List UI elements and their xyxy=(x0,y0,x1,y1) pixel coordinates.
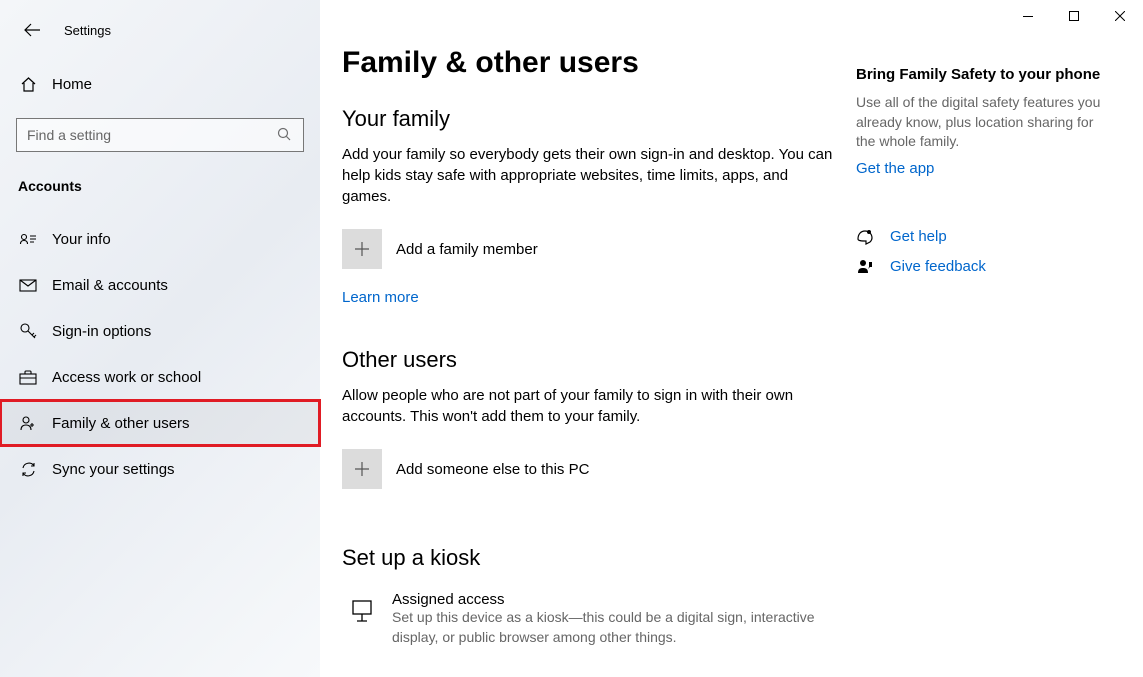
promo-desc: Use all of the digital safety features y… xyxy=(856,93,1115,152)
kiosk-title: Assigned access xyxy=(392,591,840,608)
add-other-label: Add someone else to this PC xyxy=(396,461,589,478)
feedback-label: Give feedback xyxy=(890,258,986,275)
kiosk-icon xyxy=(342,591,382,631)
nav-your-info[interactable]: Your info xyxy=(0,216,320,262)
right-panel: Bring Family Safety to your phone Use al… xyxy=(840,46,1143,677)
title-row: Settings xyxy=(0,8,320,64)
window-title: Settings xyxy=(64,23,111,38)
nav-label: Access work or school xyxy=(52,369,201,386)
get-app-link[interactable]: Get the app xyxy=(856,160,934,177)
home-nav[interactable]: Home xyxy=(0,64,320,104)
minimize-button[interactable] xyxy=(1005,0,1051,32)
nav-email-accounts[interactable]: Email & accounts xyxy=(0,262,320,308)
home-label: Home xyxy=(52,76,92,93)
close-button[interactable] xyxy=(1097,0,1143,32)
get-help-link[interactable]: Get help xyxy=(856,228,1115,246)
key-icon xyxy=(18,321,38,341)
nav-list: Your info Email & accounts Sign-in optio… xyxy=(0,216,320,492)
people-icon xyxy=(18,413,38,433)
add-other-user-button[interactable]: Add someone else to this PC xyxy=(342,449,840,489)
home-icon xyxy=(18,74,38,94)
nav-sync-settings[interactable]: Sync your settings xyxy=(0,446,320,492)
kiosk-desc: Set up this device as a kiosk—this could… xyxy=(392,608,840,647)
plus-icon xyxy=(342,229,382,269)
other-users-desc: Allow people who are not part of your fa… xyxy=(342,385,840,427)
main: Family & other users Your family Add you… xyxy=(320,0,1143,677)
nav-label: Email & accounts xyxy=(52,277,168,294)
sidebar: Settings Home Accounts Your info Email &… xyxy=(0,0,320,677)
content: Family & other users Your family Add you… xyxy=(320,46,840,677)
nav-family-users[interactable]: Family & other users xyxy=(0,400,320,446)
give-feedback-link[interactable]: Give feedback xyxy=(856,258,1115,276)
nav-label: Sign-in options xyxy=(52,323,151,340)
help-label: Get help xyxy=(890,228,947,245)
nav-label: Sync your settings xyxy=(52,461,175,478)
back-button[interactable] xyxy=(18,16,46,44)
plus-icon xyxy=(342,449,382,489)
family-heading: Your family xyxy=(342,106,840,132)
window-controls xyxy=(1005,0,1143,32)
kiosk-heading: Set up a kiosk xyxy=(342,545,840,571)
maximize-button[interactable] xyxy=(1051,0,1097,32)
sync-icon xyxy=(18,459,38,479)
person-card-icon xyxy=(18,229,38,249)
search-input[interactable] xyxy=(27,127,277,143)
search-icon xyxy=(277,127,293,143)
category-label: Accounts xyxy=(0,164,320,204)
page-title: Family & other users xyxy=(342,46,840,80)
promo-title: Bring Family Safety to your phone xyxy=(856,66,1115,83)
help-icon xyxy=(856,228,874,246)
learn-more-link[interactable]: Learn more xyxy=(342,289,419,306)
feedback-icon xyxy=(856,258,874,276)
email-icon xyxy=(18,275,38,295)
add-family-label: Add a family member xyxy=(396,241,538,258)
assigned-access-button[interactable]: Assigned access Set up this device as a … xyxy=(342,591,840,647)
nav-access-work[interactable]: Access work or school xyxy=(0,354,320,400)
family-desc: Add your family so everybody gets their … xyxy=(342,144,840,207)
add-family-member-button[interactable]: Add a family member xyxy=(342,229,840,269)
other-users-heading: Other users xyxy=(342,347,840,373)
search-box[interactable] xyxy=(16,118,304,152)
nav-label: Family & other users xyxy=(52,415,190,432)
briefcase-icon xyxy=(18,367,38,387)
nav-signin-options[interactable]: Sign-in options xyxy=(0,308,320,354)
nav-label: Your info xyxy=(52,231,111,248)
